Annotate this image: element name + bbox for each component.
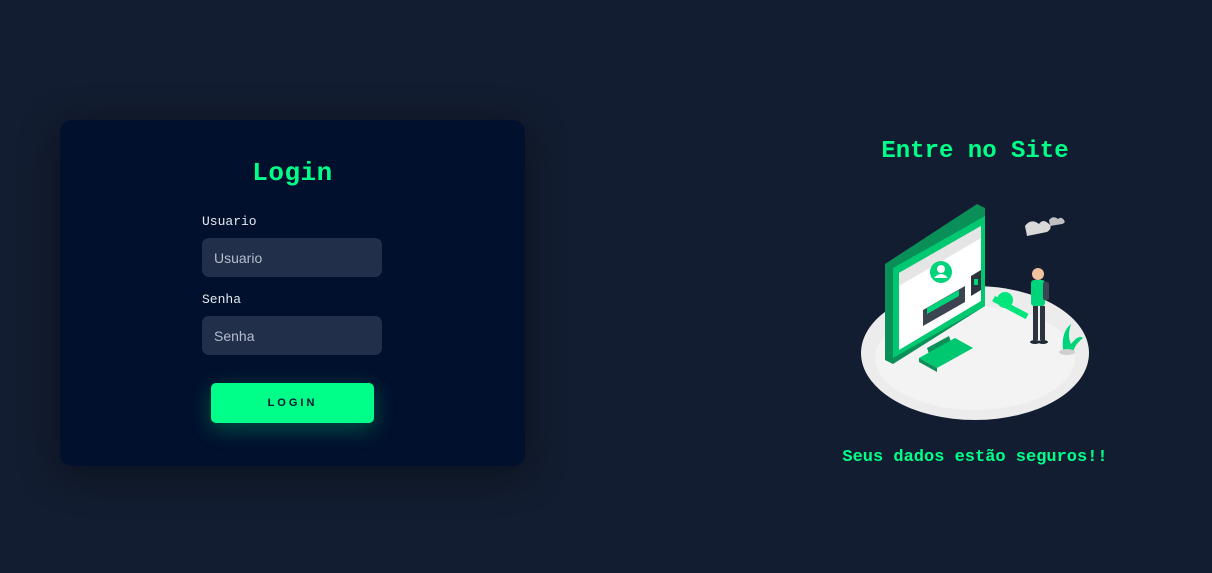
username-label: Usuario bbox=[202, 214, 257, 229]
login-button[interactable]: LOGIN bbox=[211, 383, 374, 423]
promo-title: Entre no Site bbox=[881, 138, 1069, 165]
secure-login-illustration: User Login bbox=[861, 204, 1089, 420]
password-label: Senha bbox=[202, 292, 242, 307]
login-title: Login bbox=[252, 158, 333, 188]
promo-subtitle: Seus dados estão seguros!! bbox=[842, 448, 1108, 467]
login-page: Login Usuario Senha LOGIN Entre no Site bbox=[0, 0, 1212, 573]
username-input[interactable] bbox=[202, 238, 382, 277]
password-input[interactable] bbox=[202, 316, 382, 355]
login-card: Login Usuario Senha LOGIN bbox=[60, 120, 525, 466]
